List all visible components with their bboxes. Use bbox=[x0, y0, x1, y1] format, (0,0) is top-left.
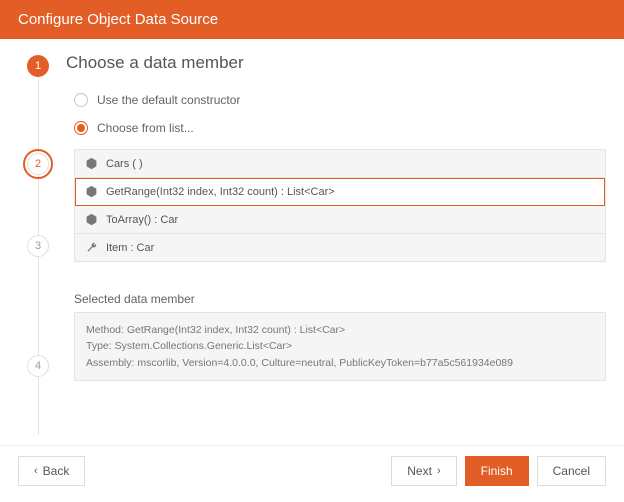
back-button[interactable]: ‹ Back bbox=[18, 456, 85, 486]
step-2: 2 bbox=[27, 153, 49, 175]
option-default-label: Use the default constructor bbox=[97, 93, 240, 107]
list-item-label: GetRange(Int32 index, Int32 count) : Lis… bbox=[106, 186, 335, 198]
cancel-label: Cancel bbox=[553, 464, 590, 478]
chevron-right-icon: › bbox=[437, 465, 441, 477]
option-default-constructor[interactable]: Use the default constructor bbox=[74, 93, 606, 107]
dialog-body: 1 2 3 4 Choose a data member Use the def… bbox=[0, 39, 624, 445]
next-label: Next bbox=[407, 464, 432, 478]
wizard-stepper: 1 2 3 4 bbox=[18, 53, 66, 445]
content-area: Choose a data member Use the default con… bbox=[66, 53, 606, 445]
wrench-icon bbox=[85, 241, 98, 254]
selected-member-details: Method: GetRange(Int32 index, Int32 coun… bbox=[74, 312, 606, 381]
radio-icon bbox=[74, 93, 88, 107]
list-item[interactable]: GetRange(Int32 index, Int32 count) : Lis… bbox=[75, 178, 605, 206]
method-icon bbox=[85, 157, 98, 170]
list-item[interactable]: ToArray() : Car bbox=[75, 206, 605, 234]
method-icon bbox=[85, 213, 98, 226]
step-1: 1 bbox=[27, 55, 49, 77]
page-title: Choose a data member bbox=[66, 53, 606, 73]
step-4: 4 bbox=[27, 355, 49, 377]
member-list: Cars ( ) GetRange(Int32 index, Int32 cou… bbox=[74, 149, 606, 262]
radio-checked-icon bbox=[74, 121, 88, 135]
list-item-label: Cars ( ) bbox=[106, 158, 143, 170]
list-item[interactable]: Cars ( ) bbox=[75, 150, 605, 178]
selected-detail-line: Assembly: mscorlib, Version=4.0.0.0, Cul… bbox=[86, 355, 594, 371]
selected-detail-line: Type: System.Collections.Generic.List<Ca… bbox=[86, 338, 594, 354]
step-3: 3 bbox=[27, 235, 49, 257]
cancel-button[interactable]: Cancel bbox=[537, 456, 606, 486]
option-list-label: Choose from list... bbox=[97, 121, 194, 135]
method-icon bbox=[85, 185, 98, 198]
selected-member-header: Selected data member bbox=[74, 292, 606, 306]
dialog-footer: ‹ Back Next › Finish Cancel bbox=[0, 445, 624, 496]
option-choose-from-list[interactable]: Choose from list... bbox=[74, 121, 606, 135]
list-item-label: ToArray() : Car bbox=[106, 214, 178, 226]
list-item[interactable]: Item : Car bbox=[75, 234, 605, 261]
dialog-header: Configure Object Data Source bbox=[0, 0, 624, 39]
back-label: Back bbox=[43, 464, 70, 478]
list-item-label: Item : Car bbox=[106, 242, 154, 254]
chevron-left-icon: ‹ bbox=[34, 465, 38, 477]
dialog-title: Configure Object Data Source bbox=[18, 11, 218, 28]
next-button[interactable]: Next › bbox=[391, 456, 456, 486]
finish-label: Finish bbox=[481, 464, 513, 478]
selected-detail-line: Method: GetRange(Int32 index, Int32 coun… bbox=[86, 322, 594, 338]
finish-button[interactable]: Finish bbox=[465, 456, 529, 486]
